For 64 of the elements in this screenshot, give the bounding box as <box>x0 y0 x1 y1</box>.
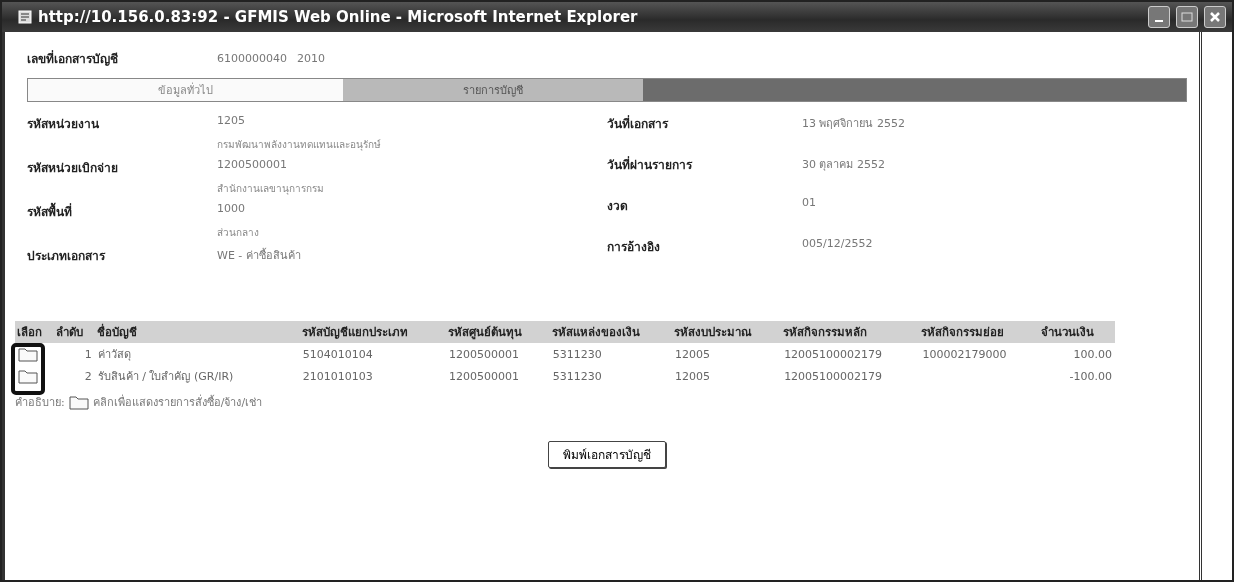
legend-text: คลิกเพื่อแสดงรายการสั่งซื้อ/จ้าง/เช่า <box>92 393 263 411</box>
window-title: http://10.156.0.83:92 - GFMIS Web Online - Microsoft Internet Explorer <box>38 8 639 26</box>
field-label: เลขที่เอกสารบัญชี <box>27 49 119 68</box>
maximize-button[interactable] <box>1176 6 1198 28</box>
table-cell-text: 12005 <box>674 368 712 385</box>
minimize-icon <box>1155 20 1163 22</box>
table-cell-text: รับสินค้า / ใบสำคัญ (GR/IR) <box>96 369 235 385</box>
field-value: 1205 <box>217 114 245 129</box>
field-value: WE - ค่าซื้อสินค้า <box>217 247 301 264</box>
field-note: กรมพัฒนาพลังงานทดแทนและอนุรักษ์ <box>217 138 382 152</box>
tab[interactable]: รายการบัญชี <box>343 79 643 101</box>
field-note: ส่วนกลาง <box>217 226 260 240</box>
field-label: รหัสหน่วยงาน <box>27 116 100 133</box>
field-value: 13 พฤศจิกายน 2552 <box>802 116 905 132</box>
legend-label: คำอธิบาย: <box>15 395 65 411</box>
column-header: รหัสกิจกรรมหลัก <box>781 321 920 343</box>
table-cell: 100002179000 <box>919 343 1040 365</box>
column-header: เลือก <box>15 321 54 343</box>
table-cell: 1200500001 <box>445 343 550 365</box>
field-label: รหัสพื้นที่ <box>27 202 217 221</box>
table-cell-text: 5311230 <box>551 368 603 385</box>
field-value: 30 ตุลาคม 2552 <box>802 157 885 173</box>
folder-icon[interactable] <box>18 346 38 362</box>
table-cell: 1 <box>53 343 95 365</box>
close-icon <box>1209 11 1221 23</box>
table-cell: ค่าวัสดุ <box>94 343 300 365</box>
table-cell: 5104010104 <box>299 343 446 365</box>
maximize-icon <box>1181 12 1193 22</box>
document-number: 6100000040 <box>217 51 288 65</box>
table-cell-text: 2 <box>83 368 93 385</box>
minimize-button[interactable] <box>1148 6 1170 28</box>
column-header: รหัสศูนย์ต้นทุน <box>445 321 550 343</box>
field-value: 1200500001 <box>217 158 287 173</box>
column-header: ลำดับ <box>53 321 95 343</box>
table-cell: 100.00 <box>1039 343 1115 365</box>
field-value: 005/12/2552 <box>802 237 873 252</box>
document-year: 2010 <box>297 51 325 65</box>
column-header: ชื่อบัญชี <box>94 321 300 343</box>
field-label: วันที่ผ่านรายการ <box>607 155 694 174</box>
column-header: รหัสงบประมาณ <box>672 321 782 343</box>
field-value: 1000 <box>217 202 245 217</box>
field-note: สำนักงานเลขานุการกรม <box>217 182 325 196</box>
field-label: รหัสหน่วยเบิกจ่าย <box>27 160 119 177</box>
column-header: รหัสกิจกรรมย่อย <box>919 321 1040 343</box>
table-cell: 5311230 <box>549 343 673 365</box>
close-button[interactable] <box>1204 6 1226 28</box>
field-label: วันที่เอกสาร <box>607 114 670 133</box>
field-label: งวด <box>607 198 629 215</box>
print-button[interactable]: พิมพ์เอกสารบัญชี <box>548 441 666 468</box>
table-cell-text: -100.00 <box>1068 368 1113 385</box>
table-cell-text: 12005100002179 <box>783 368 884 385</box>
table-cell: 12005 <box>672 343 782 365</box>
tab[interactable]: ข้อมูลทั่วไป <box>28 79 343 101</box>
page-icon <box>18 10 32 24</box>
table-cell-text: 1200500001 <box>447 368 520 385</box>
field-value: 01 <box>802 196 816 211</box>
column-header: รหัสบัญชีแยกประเภท <box>299 321 446 343</box>
field-label: ประเภทเอกสาร <box>27 248 107 265</box>
field-label: การอ้างอิง <box>607 239 661 256</box>
table-cell-text: 2101010103 <box>301 368 374 385</box>
table-cell: 12005100002179 <box>781 343 920 365</box>
highlight-frame <box>11 343 45 395</box>
column-header: รหัสแหล่งของเงิน <box>549 321 673 343</box>
column-header: จำนวนเงิน <box>1039 321 1115 343</box>
